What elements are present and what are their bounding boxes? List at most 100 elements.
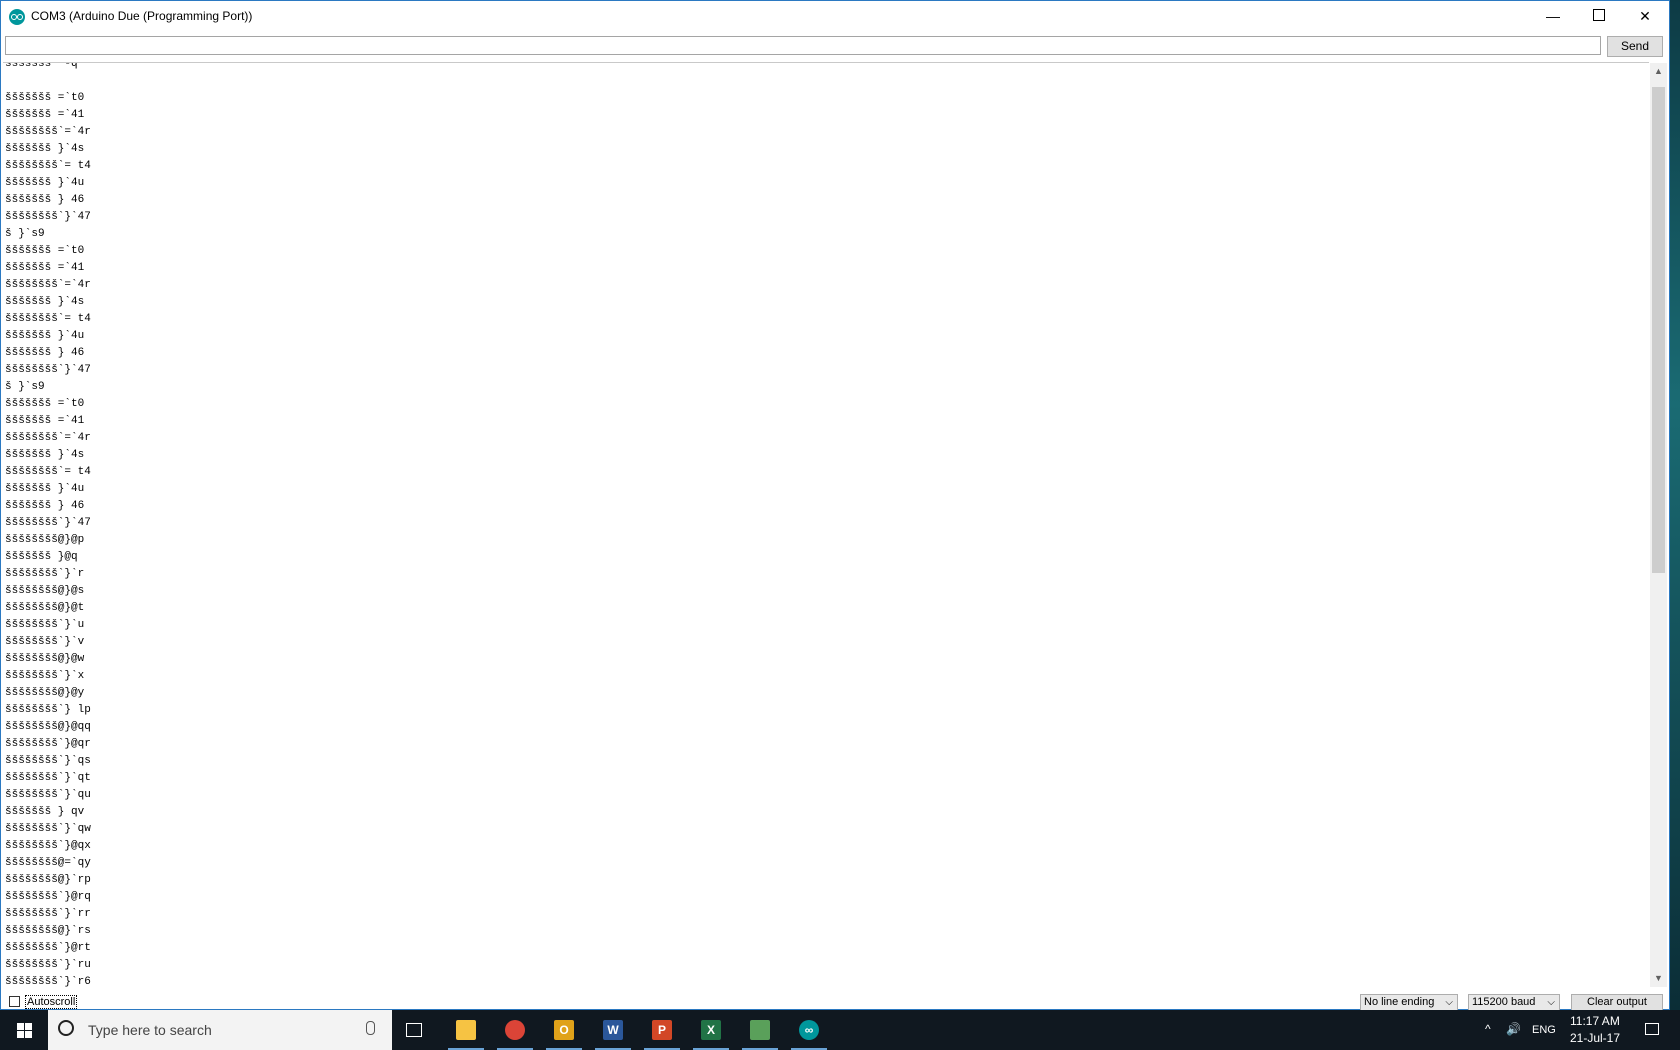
serial-output-line: šššššššš@}@y <box>5 687 85 699</box>
scroll-up-icon[interactable]: ▲ <box>1650 63 1667 80</box>
serial-output-line: šššššššš`=`4r <box>5 432 91 444</box>
serial-output-line: šššššššš`}`47 <box>5 364 91 376</box>
baud-rate-select[interactable]: 115200 baud ⌵ <box>1468 994 1560 1011</box>
taskbar-search[interactable]: Type here to search <box>48 1010 392 1050</box>
clear-output-button[interactable]: Clear output <box>1571 994 1663 1011</box>
serial-output-line: šššššššš`}`u <box>5 619 85 631</box>
search-icon <box>58 1020 74 1036</box>
arduino-taskbar-button[interactable]: ∞ <box>789 1014 829 1050</box>
serial-output-line: šššššššš`}`x <box>5 670 85 682</box>
serial-output-line: ššššššš } 46 <box>5 347 85 359</box>
scroll-down-icon[interactable]: ▼ <box>1650 970 1667 987</box>
serial-output-line: šššššššš`}`v <box>5 636 85 648</box>
serial-output-line: ššššššš } 46 <box>5 500 85 512</box>
serial-output-line: šššššššš`= t4 <box>5 466 91 478</box>
arduino-app-icon <box>9 9 25 25</box>
chrome-taskbar-button[interactable] <box>495 1014 535 1050</box>
clock-date[interactable]: 21-Jul-17 <box>1570 1031 1620 1045</box>
title-bar[interactable]: COM3 (Arduino Due (Programming Port)) — … <box>1 1 1669 32</box>
serial-output-line: šššššššš`}@rq <box>5 891 91 903</box>
minimize-button[interactable]: — <box>1530 1 1576 32</box>
autoscroll-checkbox[interactable] <box>9 996 20 1007</box>
serial-output-line: šššššššš`}@qr <box>5 738 91 750</box>
file-explorer-icon <box>456 1020 476 1040</box>
maximize-button[interactable] <box>1576 1 1622 32</box>
serial-output-line: š }`s9 <box>5 228 45 240</box>
serial-output-line: šššššššš`}`qs <box>5 755 91 767</box>
files-taskbar-button[interactable] <box>740 1014 780 1050</box>
line-ending-select[interactable]: No line ending ⌵ <box>1360 994 1458 1011</box>
serial-output-line: šššššššš@}@p <box>5 534 85 546</box>
serial-output-line: š }`s9 <box>5 381 45 393</box>
serial-output-line: šššššššš`}`ru <box>5 959 91 971</box>
serial-output-line: ššššššš }`4s <box>5 296 85 308</box>
serial-output-line: šššššššš`}@qx <box>5 840 91 852</box>
serial-output-line: ššššššš } 46 <box>5 194 85 206</box>
powerpoint-taskbar-button[interactable]: P <box>642 1014 682 1050</box>
serial-output-line: ššššššš } qv <box>5 806 85 818</box>
scroll-thumb[interactable] <box>1652 87 1665 573</box>
serial-output-line: šššššššš`}@rt <box>5 942 91 954</box>
serial-output-line: ššššššš =`41 <box>5 415 85 427</box>
serial-output-line: šššššššš@=`qy <box>5 857 91 869</box>
chevron-down-icon: ⌵ <box>1547 997 1555 1008</box>
serial-output-text: ššššššš -q ššššššš =`t0 ššššššš =`41 ššššš… <box>5 62 91 987</box>
serial-output-line: ššššššš }`4s <box>5 143 85 155</box>
serial-output-line: šššššššš@}@t <box>5 602 85 614</box>
send-button[interactable]: Send <box>1607 36 1663 57</box>
volume-icon[interactable]: 🔊 <box>1506 1022 1521 1036</box>
autoscroll-label[interactable]: Autoscroll <box>25 995 78 1009</box>
serial-output-line: ššššššš }`4u <box>5 330 85 342</box>
close-button[interactable]: ✕ <box>1622 1 1668 32</box>
chevron-down-icon: ⌵ <box>1445 997 1453 1008</box>
task-view-icon[interactable] <box>406 1023 422 1037</box>
serial-output-line: šššššššš@}@s <box>5 585 85 597</box>
serial-output-line: šššššššš`} lp <box>5 704 91 716</box>
chrome-icon <box>505 1020 525 1040</box>
file-explorer-taskbar-button[interactable] <box>446 1014 486 1050</box>
serial-output-line: ššššššš =`41 <box>5 109 85 121</box>
serial-output-line: šššššššš`=`4r <box>5 126 91 138</box>
taskbar: Type here to search O W P X ∞ ^ 🔊 ENG 11:17 … <box>0 1010 1680 1050</box>
serial-output-line: šššššššš@}`rp <box>5 874 91 886</box>
serial-output-line: ššššššš =`t0 <box>5 92 85 104</box>
outlook-icon: O <box>554 1020 574 1040</box>
serial-monitor-window: COM3 (Arduino Due (Programming Port)) — … <box>0 0 1670 1011</box>
serial-output-line <box>5 73 91 90</box>
outlook-taskbar-button[interactable]: O <box>544 1014 584 1050</box>
excel-taskbar-button[interactable]: X <box>691 1014 731 1050</box>
maximize-icon <box>1593 9 1605 21</box>
serial-output-line: ššššššš =`t0 <box>5 398 85 410</box>
clock-time[interactable]: 11:17 AM <box>1570 1014 1620 1028</box>
system-tray: ^ 🔊 ENG 11:17 AM 21-Jul-17 <box>1470 1010 1680 1050</box>
serial-output-line: ššššššš =`41 <box>5 262 85 274</box>
notification-icon[interactable] <box>1645 1023 1659 1035</box>
serial-output-line: ššššššš }`4s <box>5 449 85 461</box>
serial-output-line: šššššššš`}`qu <box>5 789 91 801</box>
powerpoint-icon: P <box>652 1020 672 1040</box>
language-indicator[interactable]: ENG <box>1532 1024 1556 1036</box>
baud-rate-value: 115200 baud <box>1472 996 1536 1008</box>
serial-output-line: šššššššš`= t4 <box>5 160 91 172</box>
serial-send-input[interactable] <box>5 36 1601 55</box>
search-placeholder: Type here to search <box>88 1022 212 1038</box>
serial-output-line: ššššššš =`t0 <box>5 245 85 257</box>
serial-output-line: šššššššš`=`4r <box>5 279 91 291</box>
serial-output-line: ššššššš }`4u <box>5 177 85 189</box>
arduino-icon: ∞ <box>799 1020 819 1040</box>
show-hidden-icons-icon[interactable]: ^ <box>1485 1022 1491 1036</box>
output-scrollbar[interactable]: ▲ ▼ <box>1650 63 1667 987</box>
word-icon: W <box>603 1020 623 1040</box>
serial-output-line: šššššššš`= t4 <box>5 313 91 325</box>
window-title: COM3 (Arduino Due (Programming Port)) <box>31 9 253 23</box>
serial-output-line: šššššššš`}`47 <box>5 211 91 223</box>
serial-output-area[interactable]: ššššššš -q ššššššš =`t0 ššššššš =`41 ššššš… <box>3 62 1649 987</box>
serial-output-line: šššššššš`}`qt <box>5 772 91 784</box>
line-ending-value: No line ending <box>1364 996 1435 1008</box>
microphone-icon[interactable] <box>366 1021 375 1035</box>
serial-options-bar: Autoscroll No line ending ⌵ 115200 baud … <box>1 991 1669 1011</box>
files-icon <box>750 1020 770 1040</box>
serial-output-line: ššššššš -q <box>5 62 78 70</box>
word-taskbar-button[interactable]: W <box>593 1014 633 1050</box>
start-button[interactable] <box>0 1010 48 1050</box>
